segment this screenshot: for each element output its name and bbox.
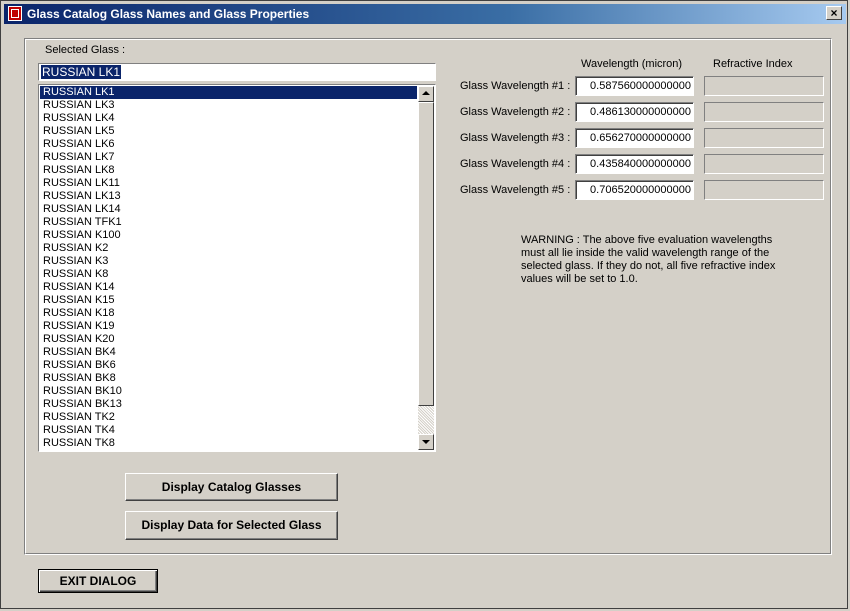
wavelength-1-input[interactable]: 0.587560000000000 <box>575 76 694 96</box>
glass-list-item[interactable]: RUSSIAN BK8 <box>40 372 417 385</box>
glass-list-item[interactable]: RUSSIAN LK13 <box>40 190 417 203</box>
display-selected-glass-button[interactable]: Display Data for Selected Glass <box>125 511 338 540</box>
selected-glass-label: Selected Glass : <box>45 44 126 56</box>
refractive-index-column-header: Refractive Index <box>713 58 793 70</box>
selected-glass-text: RUSSIAN LK1 <box>41 65 122 79</box>
wavelength-2-label: Glass Wavelength #2 : <box>460 106 571 118</box>
glass-list-item[interactable]: RUSSIAN LK1 <box>40 86 417 99</box>
wavelength-4-input[interactable]: 0.435840000000000 <box>575 154 694 174</box>
wavelength-column-header: Wavelength (micron) <box>581 58 683 70</box>
glass-list-item[interactable]: RUSSIAN K100 <box>40 229 417 242</box>
glass-list-item[interactable]: RUSSIAN TK2 <box>40 411 417 424</box>
glass-listbox[interactable]: RUSSIAN LK1 RUSSIAN LK3 RUSSIAN LK4 RUSSIAN… <box>38 84 436 452</box>
glass-list-item[interactable]: RUSSIAN LK8 <box>40 164 417 177</box>
close-button[interactable]: × <box>826 6 842 20</box>
scroll-down-arrow-icon[interactable] <box>418 434 434 450</box>
glass-list-item[interactable]: RUSSIAN K14 <box>40 281 417 294</box>
warning-text: WARNING : The above five evaluation wave… <box>521 234 776 285</box>
glass-list-item[interactable]: RUSSIAN LK4 <box>40 112 417 125</box>
glass-list-item[interactable]: RUSSIAN K18 <box>40 307 417 320</box>
glass-list-item[interactable]: RUSSIAN K20 <box>40 333 417 346</box>
glass-list-item[interactable]: RUSSIAN BK10 <box>40 385 417 398</box>
wavelength-3-input[interactable]: 0.656270000000000 <box>575 128 694 148</box>
wavelength-2-input[interactable]: 0.486130000000000 <box>575 102 694 122</box>
refractive-index-1-field <box>704 76 824 96</box>
glass-list-item[interactable]: RUSSIAN TK8 <box>40 437 417 450</box>
display-catalog-glasses-button[interactable]: Display Catalog Glasses <box>125 473 338 501</box>
title-bar[interactable]: Glass Catalog Glass Names and Glass Prop… <box>4 4 846 24</box>
glass-list-item[interactable]: RUSSIAN K8 <box>40 268 417 281</box>
glass-list-item[interactable]: RUSSIAN TK4 <box>40 424 417 437</box>
refractive-index-4-field <box>704 154 824 174</box>
glass-list-item[interactable]: RUSSIAN LK5 <box>40 125 417 138</box>
window-title: Glass Catalog Glass Names and Glass Prop… <box>27 7 310 21</box>
glass-list-item[interactable]: RUSSIAN K2 <box>40 242 417 255</box>
scroll-up-arrow-icon[interactable] <box>418 86 434 102</box>
glass-list-item[interactable]: RUSSIAN BK13 <box>40 398 417 411</box>
wavelength-4-label: Glass Wavelength #4 : <box>460 158 571 170</box>
glass-list-item[interactable]: RUSSIAN LK7 <box>40 151 417 164</box>
selected-glass-input[interactable]: RUSSIAN LK1 <box>38 63 436 81</box>
glass-list-item[interactable]: RUSSIAN K19 <box>40 320 417 333</box>
scroll-thumb[interactable] <box>418 102 434 406</box>
exit-dialog-button[interactable]: EXIT DIALOG <box>38 569 158 593</box>
glass-list-item[interactable]: RUSSIAN K3 <box>40 255 417 268</box>
wavelength-5-input[interactable]: 0.706520000000000 <box>575 180 694 200</box>
refractive-index-3-field <box>704 128 824 148</box>
glass-list-item[interactable]: RUSSIAN LK14 <box>40 203 417 216</box>
wavelength-5-label: Glass Wavelength #5 : <box>460 184 571 196</box>
glass-list-item[interactable]: RUSSIAN LK11 <box>40 177 417 190</box>
wavelength-1-label: Glass Wavelength #1 : <box>460 80 571 92</box>
refractive-index-2-field <box>704 102 824 122</box>
glass-list-item[interactable]: RUSSIAN BK6 <box>40 359 417 372</box>
glass-list-item[interactable]: RUSSIAN BK4 <box>40 346 417 359</box>
glass-list-item[interactable]: RUSSIAN TFK1 <box>40 216 417 229</box>
app-icon <box>8 6 22 21</box>
refractive-index-5-field <box>704 180 824 200</box>
glass-list-item[interactable]: RUSSIAN K15 <box>40 294 417 307</box>
wavelength-3-label: Glass Wavelength #3 : <box>460 132 571 144</box>
glass-list-items: RUSSIAN LK1 RUSSIAN LK3 RUSSIAN LK4 RUSSIAN… <box>40 86 417 450</box>
list-scrollbar[interactable] <box>418 86 434 450</box>
glass-list-item[interactable]: RUSSIAN LK6 <box>40 138 417 151</box>
glass-list-item[interactable]: RUSSIAN LK3 <box>40 99 417 112</box>
